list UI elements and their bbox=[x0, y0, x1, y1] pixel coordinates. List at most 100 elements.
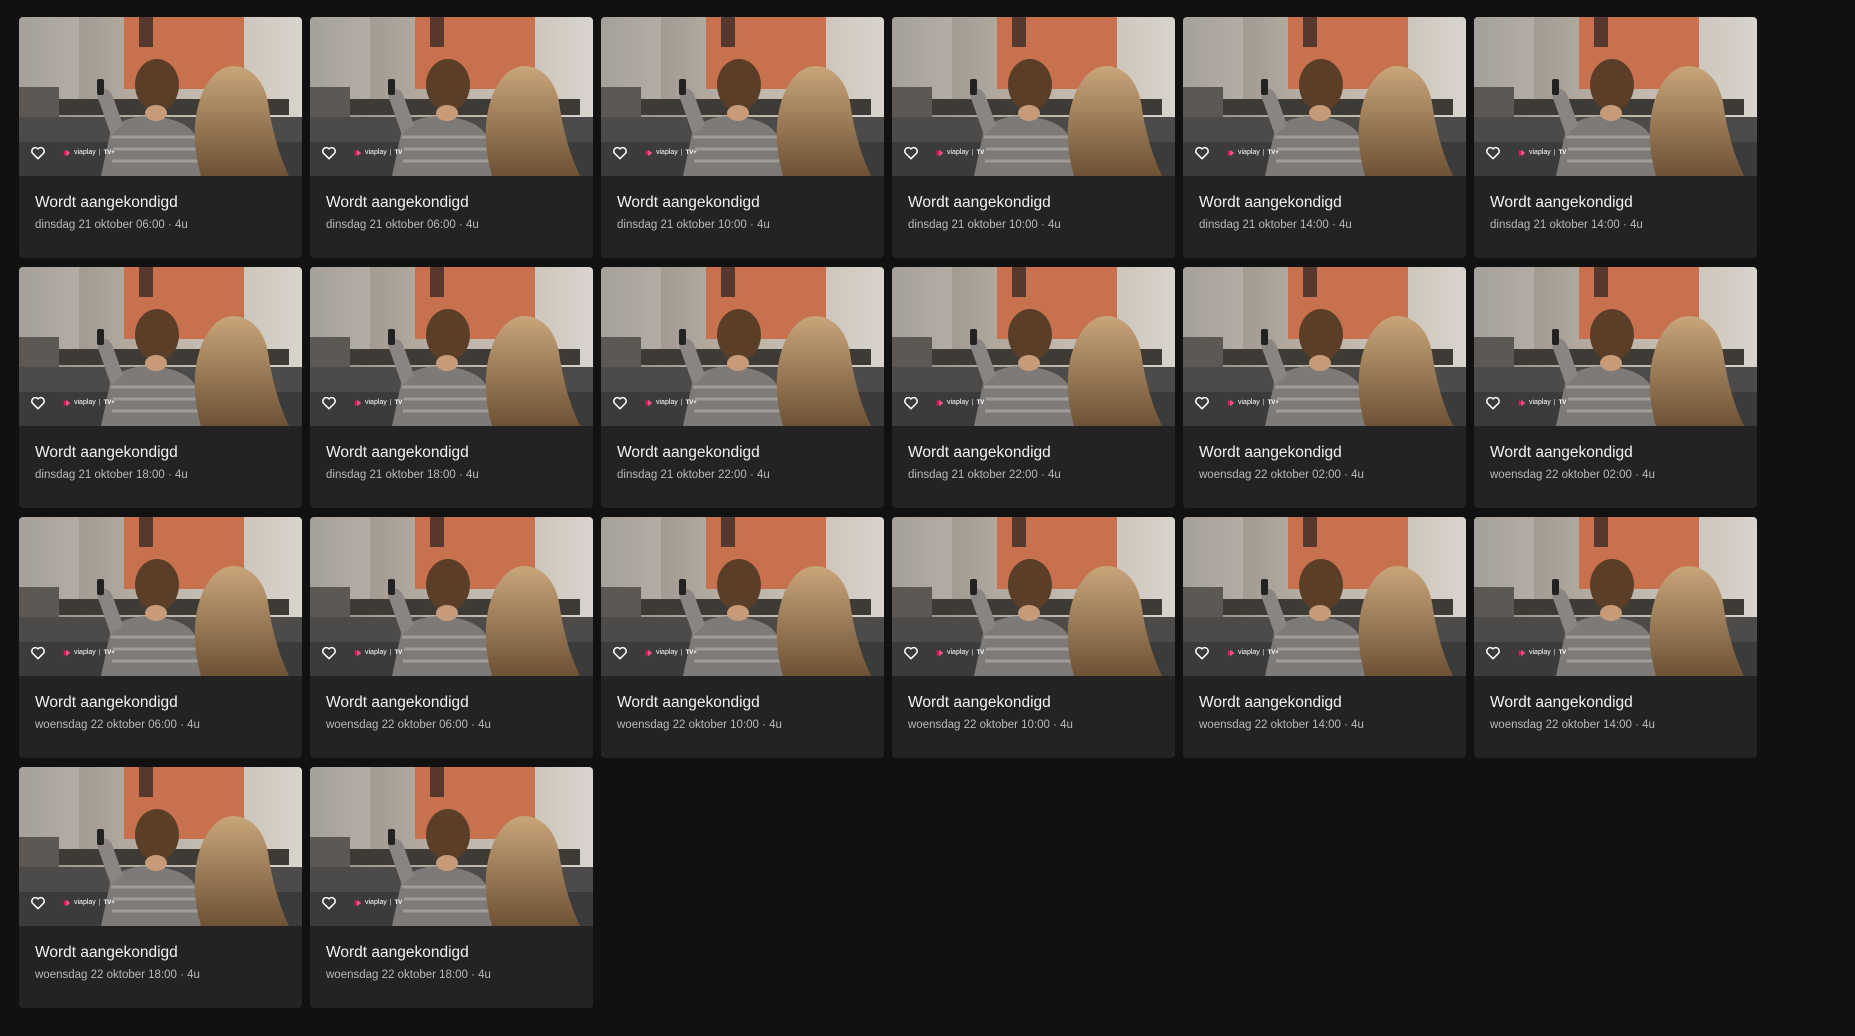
remote-control bbox=[388, 829, 395, 845]
channel-badge: viaplay | TV+ bbox=[63, 148, 115, 158]
wall-art-shadow bbox=[721, 517, 735, 547]
man-head bbox=[1590, 559, 1634, 611]
program-card[interactable]: viaplay | TV Wordt aangekondigd dinsdag … bbox=[310, 267, 593, 508]
program-card[interactable]: viaplay | TV Wordt aangekondigd dinsdag … bbox=[310, 17, 593, 258]
program-card[interactable]: viaplay | TV+ Wordt aangekondigd dinsdag… bbox=[601, 17, 884, 258]
brand-separator: | bbox=[971, 399, 974, 406]
favorite-button[interactable] bbox=[1192, 144, 1212, 162]
wall-art-shadow bbox=[430, 267, 444, 297]
favorite-button[interactable] bbox=[610, 644, 630, 662]
program-schedule: woensdag 22 oktober 14:00 · 4u bbox=[1199, 719, 1364, 731]
favorite-button[interactable] bbox=[1192, 394, 1212, 412]
favorite-button[interactable] bbox=[1483, 144, 1503, 162]
program-thumbnail[interactable]: viaplay | TV bbox=[892, 267, 1175, 426]
favorite-button[interactable] bbox=[319, 644, 339, 662]
man-head bbox=[135, 59, 179, 111]
wall-art-shadow bbox=[139, 517, 153, 547]
favorite-button[interactable] bbox=[901, 644, 921, 662]
program-card[interactable]: viaplay | TV Wordt aangekondigd woensdag… bbox=[892, 517, 1175, 758]
favorite-button[interactable] bbox=[28, 144, 48, 162]
program-thumbnail[interactable]: viaplay | TV+ bbox=[601, 517, 884, 676]
program-thumbnail[interactable]: viaplay | TV bbox=[1474, 517, 1757, 676]
program-thumbnail[interactable]: viaplay | TV+ bbox=[1183, 17, 1466, 176]
brand-name: viaplay bbox=[1529, 399, 1551, 406]
favorite-button[interactable] bbox=[1192, 644, 1212, 662]
brand-separator: | bbox=[971, 149, 974, 156]
program-card[interactable]: viaplay | TV Wordt aangekondigd dinsdag … bbox=[892, 17, 1175, 258]
favorite-button[interactable] bbox=[610, 394, 630, 412]
program-thumbnail[interactable]: viaplay | TV bbox=[892, 517, 1175, 676]
program-thumbnail[interactable]: viaplay | TV bbox=[310, 267, 593, 426]
channel-badge: viaplay | TV bbox=[354, 148, 402, 158]
channel-name: TV bbox=[394, 650, 403, 656]
program-schedule: dinsdag 21 oktober 22:00 · 4u bbox=[908, 469, 1061, 481]
favorite-button[interactable] bbox=[28, 894, 48, 912]
favorite-button[interactable] bbox=[901, 144, 921, 162]
viaplay-logo-icon bbox=[63, 899, 71, 907]
thumbnail-image bbox=[19, 767, 302, 926]
wall-art-shadow bbox=[1303, 267, 1317, 297]
brand-separator: | bbox=[98, 649, 101, 656]
program-thumbnail[interactable]: viaplay | TV bbox=[310, 517, 593, 676]
program-card[interactable]: viaplay | TV Wordt aangekondigd woensdag… bbox=[1474, 517, 1757, 758]
program-card[interactable]: viaplay | TV+ Wordt aangekondigd dinsdag… bbox=[19, 17, 302, 258]
favorite-button[interactable] bbox=[901, 394, 921, 412]
favorite-button[interactable] bbox=[319, 144, 339, 162]
program-thumbnail[interactable]: viaplay | TV+ bbox=[19, 17, 302, 176]
channel-name: TV bbox=[976, 650, 985, 656]
program-info: Wordt aangekondigd dinsdag 21 oktober 10… bbox=[892, 176, 1175, 232]
man-neck bbox=[436, 855, 458, 871]
remote-control bbox=[970, 329, 977, 345]
program-thumbnail[interactable]: viaplay | TV bbox=[310, 17, 593, 176]
program-thumbnail[interactable]: viaplay | TV bbox=[1474, 17, 1757, 176]
program-card[interactable]: viaplay | TV+ Wordt aangekondigd woensda… bbox=[1183, 267, 1466, 508]
favorite-button[interactable] bbox=[1483, 394, 1503, 412]
program-thumbnail[interactable]: viaplay | TV bbox=[1474, 267, 1757, 426]
favorite-button[interactable] bbox=[319, 894, 339, 912]
program-card[interactable]: viaplay | TV Wordt aangekondigd woensdag… bbox=[1474, 267, 1757, 508]
program-title: Wordt aangekondigd bbox=[1490, 194, 1633, 211]
thumbnail-image bbox=[892, 17, 1175, 176]
man-head bbox=[1299, 59, 1343, 111]
program-card[interactable]: viaplay | TV Wordt aangekondigd dinsdag … bbox=[892, 267, 1175, 508]
program-title: Wordt aangekondigd bbox=[35, 944, 178, 961]
program-thumbnail[interactable]: viaplay | TV+ bbox=[19, 267, 302, 426]
program-thumbnail[interactable]: viaplay | TV+ bbox=[601, 267, 884, 426]
program-card[interactable]: viaplay | TV Wordt aangekondigd woensdag… bbox=[310, 767, 593, 1008]
remote-control bbox=[388, 579, 395, 595]
channel-badge: viaplay | TV+ bbox=[1227, 648, 1279, 658]
heart-outline-icon bbox=[31, 146, 45, 160]
program-card[interactable]: viaplay | TV+ Wordt aangekondigd woensda… bbox=[1183, 517, 1466, 758]
channel-name: TV bbox=[976, 150, 985, 156]
program-card[interactable]: viaplay | TV+ Wordt aangekondigd dinsdag… bbox=[19, 267, 302, 508]
favorite-button[interactable] bbox=[28, 644, 48, 662]
program-title: Wordt aangekondigd bbox=[617, 444, 760, 461]
favorite-button[interactable] bbox=[1483, 644, 1503, 662]
wall-art-shadow bbox=[1303, 517, 1317, 547]
brand-separator: | bbox=[389, 149, 392, 156]
program-title: Wordt aangekondigd bbox=[326, 444, 469, 461]
program-thumbnail[interactable]: viaplay | TV+ bbox=[1183, 517, 1466, 676]
program-card[interactable]: viaplay | TV+ Wordt aangekondigd woensda… bbox=[19, 517, 302, 758]
program-thumbnail[interactable]: viaplay | TV+ bbox=[19, 767, 302, 926]
program-title: Wordt aangekondigd bbox=[1199, 194, 1342, 211]
favorite-button[interactable] bbox=[610, 144, 630, 162]
favorite-button[interactable] bbox=[319, 394, 339, 412]
program-title: Wordt aangekondigd bbox=[1199, 444, 1342, 461]
program-thumbnail[interactable]: viaplay | TV bbox=[892, 17, 1175, 176]
program-thumbnail[interactable]: viaplay | TV+ bbox=[601, 17, 884, 176]
program-card[interactable]: viaplay | TV Wordt aangekondigd woensdag… bbox=[310, 517, 593, 758]
program-thumbnail[interactable]: viaplay | TV bbox=[310, 767, 593, 926]
program-card[interactable]: viaplay | TV+ Wordt aangekondigd dinsdag… bbox=[601, 267, 884, 508]
program-card[interactable]: viaplay | TV+ Wordt aangekondigd woensda… bbox=[19, 767, 302, 1008]
man-neck bbox=[1309, 605, 1331, 621]
heart-outline-icon bbox=[613, 396, 627, 410]
program-thumbnail[interactable]: viaplay | TV+ bbox=[1183, 267, 1466, 426]
thumbnail-image bbox=[1474, 517, 1757, 676]
program-thumbnail[interactable]: viaplay | TV+ bbox=[19, 517, 302, 676]
thumbnail-image bbox=[601, 17, 884, 176]
favorite-button[interactable] bbox=[28, 394, 48, 412]
program-card[interactable]: viaplay | TV+ Wordt aangekondigd woensda… bbox=[601, 517, 884, 758]
program-card[interactable]: viaplay | TV+ Wordt aangekondigd dinsdag… bbox=[1183, 17, 1466, 258]
program-card[interactable]: viaplay | TV Wordt aangekondigd dinsdag … bbox=[1474, 17, 1757, 258]
